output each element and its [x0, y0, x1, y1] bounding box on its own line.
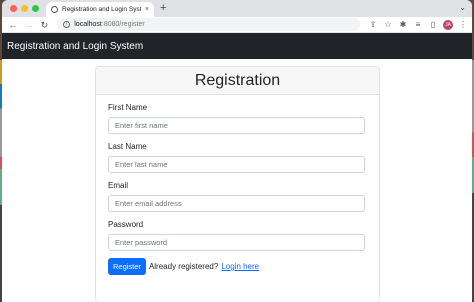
- site-navbar: Registration and Login System: [2, 33, 472, 59]
- password-label: Password: [108, 220, 144, 229]
- back-icon[interactable]: ←: [6, 18, 20, 32]
- url-host: localhost: [74, 21, 102, 28]
- address-bar[interactable]: i localhost:8080/register: [57, 18, 360, 31]
- toolbar-icons: ⇪ ☆ ✱ ≡ ▯ JA ⋮: [368, 19, 468, 30]
- card-heading: Registration: [96, 67, 379, 95]
- already-registered-text: Already registered?: [148, 262, 219, 271]
- close-window-button[interactable]: [10, 5, 17, 12]
- registration-form: First Name Last Name Email Password Regi…: [96, 103, 379, 275]
- reload-icon[interactable]: ↻: [38, 18, 52, 32]
- minimize-window-button[interactable]: [21, 5, 28, 12]
- browser-window: Registration and Login System × + ⌄ ← → …: [2, 0, 472, 302]
- registration-card: Registration First Name Last Name Email …: [95, 66, 380, 302]
- forward-icon[interactable]: →: [22, 18, 36, 32]
- share-icon[interactable]: ⇪: [368, 20, 378, 29]
- maximize-window-button[interactable]: [32, 5, 39, 12]
- new-tab-button[interactable]: +: [160, 2, 166, 15]
- login-link[interactable]: Login here: [221, 262, 259, 271]
- page-content: Registration First Name Last Name Email …: [2, 59, 472, 302]
- url-path: :8080/register: [101, 21, 145, 28]
- form-actions: Register Already registered? Login here: [108, 258, 367, 275]
- extensions-icon[interactable]: ✱: [398, 20, 408, 29]
- bookmark-star-icon[interactable]: ☆: [383, 20, 393, 29]
- url-text[interactable]: localhost:8080/register: [74, 21, 354, 28]
- register-button[interactable]: Register: [108, 258, 146, 275]
- navbar-brand[interactable]: Registration and Login System: [7, 41, 143, 52]
- tab-search-chevron-icon[interactable]: ⌄: [459, 3, 466, 12]
- first-name-input[interactable]: [108, 117, 365, 134]
- tab-registration[interactable]: Registration and Login System ×: [46, 2, 154, 17]
- email-label: Email: [108, 181, 129, 190]
- tab-strip: Registration and Login System × + ⌄: [2, 0, 472, 17]
- reading-list-icon[interactable]: ≡: [413, 20, 423, 29]
- last-name-label: Last Name: [108, 142, 147, 151]
- globe-icon: [51, 6, 58, 13]
- email-input[interactable]: [108, 195, 365, 212]
- password-input[interactable]: [108, 234, 365, 251]
- tab-title: Registration and Login System: [62, 6, 141, 13]
- menu-icon[interactable]: ⋮: [458, 20, 468, 29]
- last-name-input[interactable]: [108, 156, 365, 173]
- browser-toolbar: ← → ↻ i localhost:8080/register ⇪ ☆ ✱ ≡ …: [2, 17, 472, 33]
- sidebar-icon[interactable]: ▯: [428, 20, 438, 29]
- profile-avatar[interactable]: JA: [443, 19, 453, 30]
- info-icon[interactable]: i: [63, 21, 71, 28]
- first-name-label: First Name: [108, 103, 148, 112]
- tab-close-icon[interactable]: ×: [145, 6, 149, 13]
